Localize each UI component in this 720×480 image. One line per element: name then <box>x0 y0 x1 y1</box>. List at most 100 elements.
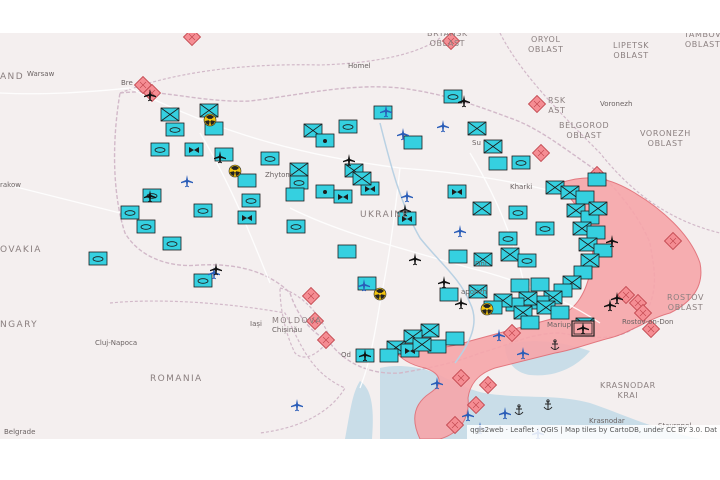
unit-marker <box>517 253 537 268</box>
unit-marker <box>508 205 528 220</box>
unit-marker <box>333 189 353 204</box>
unit-marker <box>511 155 531 170</box>
aircraft-icon <box>181 175 193 188</box>
city-label: Bre <box>121 79 133 87</box>
city-label: Chișinău <box>272 326 303 334</box>
unit-marker <box>550 305 570 320</box>
map-attribution[interactable]: qgis2web · Leaflet · QGIS | Map tiles by… <box>467 425 720 439</box>
unit-marker <box>403 135 423 150</box>
unit-marker <box>420 323 440 338</box>
city-label: Voronezh <box>600 100 633 108</box>
nuclear-plant-icon <box>480 302 494 316</box>
unit-marker <box>193 203 213 218</box>
unit-marker <box>315 184 335 199</box>
target-diamond-marker <box>479 376 497 394</box>
region-label: BRYANSK OBLAST <box>427 33 468 48</box>
unit-marker <box>467 121 487 136</box>
unit-marker <box>289 162 309 177</box>
unit-marker <box>472 201 492 216</box>
aircraft-icon <box>291 399 303 412</box>
unit-marker <box>193 273 213 288</box>
unit-marker <box>352 171 372 186</box>
map-layer[interactable] <box>0 33 720 439</box>
unit-marker <box>237 173 257 188</box>
unit-marker <box>520 315 540 330</box>
city-label: Dni <box>475 260 487 268</box>
city-label: Zhytom <box>265 171 293 179</box>
country-label: NGARY <box>0 320 39 330</box>
city-label: Rostov-on-Don <box>622 318 674 326</box>
city-label: Homel <box>348 62 371 70</box>
unit-marker <box>535 221 555 236</box>
unit-marker <box>483 139 503 154</box>
unit-marker <box>162 236 182 251</box>
unit-marker <box>448 249 468 264</box>
unit-marker <box>443 89 463 104</box>
hq-marker <box>571 320 595 337</box>
city-label: Iași <box>250 320 262 328</box>
city-label: Cluj-Napoca <box>95 339 138 347</box>
sea-west <box>345 381 373 439</box>
unit-marker <box>530 277 550 292</box>
unit-marker <box>184 142 204 157</box>
region-label: BELGOROD OBLAST <box>559 121 610 140</box>
aircraft-icon <box>454 225 466 238</box>
nuclear-plant-icon <box>228 164 242 178</box>
unit-marker <box>150 142 170 157</box>
unit-marker <box>445 331 465 346</box>
city-label: aporizh <box>461 288 487 296</box>
country-label: MOLDOVA <box>272 316 323 325</box>
country-label: ROMANIA <box>150 374 203 384</box>
unit-marker <box>580 253 600 268</box>
unit-marker <box>214 147 234 162</box>
nuclear-plant-icon <box>203 113 217 127</box>
region-label: ORYOL OBLAST <box>528 35 564 54</box>
city-label: Krasnodar <box>589 417 625 425</box>
city-label: Od <box>341 351 351 359</box>
unit-marker <box>136 219 156 234</box>
unit-marker <box>586 225 606 240</box>
target-diamond-marker <box>302 287 320 305</box>
unit-marker <box>447 184 467 199</box>
target-diamond-marker <box>528 95 546 113</box>
target-diamond-marker <box>183 33 201 46</box>
city-label: Belgrade <box>4 428 36 436</box>
belarus-border <box>119 37 441 94</box>
city-label: rakow <box>0 181 21 189</box>
aircraft-icon <box>437 120 449 133</box>
unit-marker <box>379 348 399 363</box>
unit-marker <box>337 244 357 259</box>
country-label: UKRAINE <box>360 210 410 220</box>
unit-marker <box>357 276 377 291</box>
city-label: Su <box>472 139 481 147</box>
unit-marker <box>412 337 432 352</box>
unit-marker <box>165 122 185 137</box>
region-label: RSK AST <box>548 96 566 115</box>
unit-marker <box>498 231 518 246</box>
city-label: Kharki <box>510 183 533 191</box>
unit-marker <box>237 210 257 225</box>
nuclear-plant-icon <box>373 287 387 301</box>
region-label: LIPETSK OBLAST <box>613 41 650 60</box>
unit-marker <box>338 119 358 134</box>
map-canvas[interactable]: BRYANSK OBLAST ORYOL OBLAST LIPETSK OBLAST … <box>0 33 720 439</box>
unit-marker <box>315 133 335 148</box>
unit-marker <box>286 219 306 234</box>
unit-marker <box>439 287 459 302</box>
country-label: OVAKIA <box>0 245 42 255</box>
unit-marker <box>160 107 180 122</box>
unit-marker <box>588 201 608 216</box>
region-label: KRASNODAR KRAI <box>600 381 656 400</box>
unit-marker <box>510 278 530 293</box>
unit-marker <box>241 193 261 208</box>
region-label: TAMBOV OBLAST <box>684 33 720 49</box>
city-label: Mariup <box>547 321 572 329</box>
target-diamond-marker <box>532 144 550 162</box>
country-label: AND <box>0 72 25 82</box>
aircraft-icon <box>438 276 450 289</box>
region-label: ROSTOV OBLAST <box>667 293 705 312</box>
unit-marker <box>285 187 305 202</box>
unit-marker <box>88 251 108 266</box>
unit-markers <box>88 89 595 363</box>
unit-marker <box>120 205 140 220</box>
